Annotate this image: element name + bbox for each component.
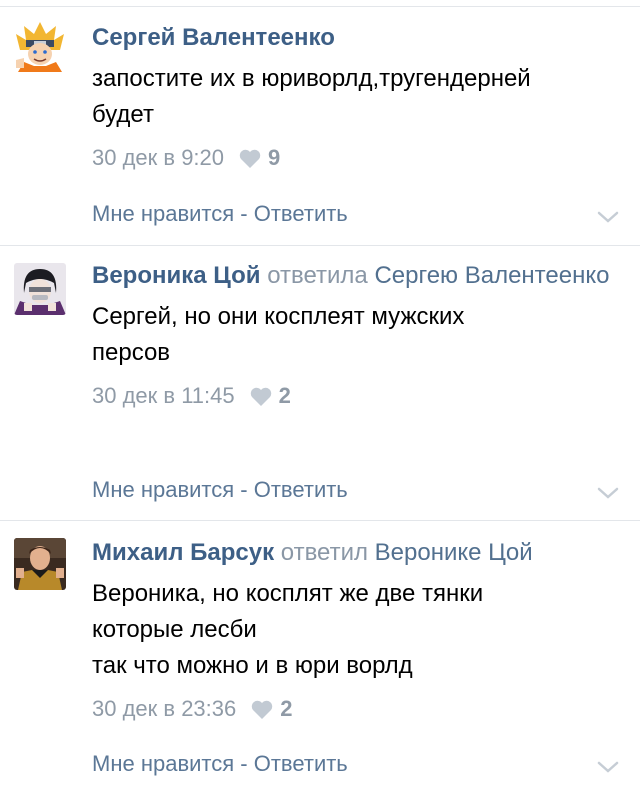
like-count: 2	[280, 696, 293, 721]
reply-word: ответил	[280, 539, 368, 566]
comment-text: запостите их в юриворлд,тругендерней буд…	[92, 65, 531, 128]
comment-meta: 30 дек в 9:20 9	[92, 141, 626, 175]
action-separator: -	[234, 751, 254, 776]
heart-icon[interactable]	[250, 698, 274, 720]
comment-meta: 30 дек в 11:45 2	[92, 379, 626, 413]
like-count: 9	[268, 145, 281, 170]
action-separator: -	[234, 477, 254, 502]
chevron-down-icon[interactable]	[596, 210, 620, 224]
comment-item: Сергей Валентеенко запостите их в юривор…	[0, 7, 640, 246]
like-link[interactable]: Мне нравится	[92, 201, 234, 226]
comment-divider	[0, 520, 640, 521]
reply-link[interactable]: Ответить	[254, 477, 348, 502]
timestamp[interactable]: 30 дек в 11:45	[92, 379, 235, 413]
avatar[interactable]	[14, 263, 66, 315]
action-separator: -	[234, 201, 254, 226]
author-name[interactable]: Сергей Валентеенко	[92, 24, 335, 51]
timestamp[interactable]: 30 дек в 23:36	[92, 692, 236, 726]
reply-link[interactable]: Ответить	[254, 751, 348, 776]
like-count: 2	[278, 383, 291, 408]
comment-item: Вероника Цой ответила Сергею Валентеенко…	[0, 247, 640, 521]
comment-text: Вероника, но косплят же две тянки которы…	[92, 580, 484, 679]
chevron-down-icon[interactable]	[596, 760, 620, 774]
reply-target[interactable]: Сергею Валентеенко	[374, 262, 609, 289]
comment-item: Михаил Барсук ответил Веронике Цой Верон…	[0, 522, 640, 789]
comment-actions: Мне нравится - Ответить	[92, 751, 348, 777]
comment-meta: 30 дек в 23:36 2	[92, 692, 626, 726]
comment-actions: Мне нравится - Ответить	[92, 201, 348, 227]
chevron-down-icon[interactable]	[596, 486, 620, 500]
comment-header: Сергей Валентеенко	[92, 19, 626, 57]
like-link[interactable]: Мне нравится	[92, 477, 234, 502]
author-name[interactable]: Михаил Барсук	[92, 539, 274, 566]
heart-icon[interactable]	[238, 147, 262, 169]
avatar[interactable]	[14, 20, 66, 72]
avatar[interactable]	[14, 538, 66, 590]
like-link[interactable]: Мне нравится	[92, 751, 234, 776]
reply-target[interactable]: Веронике Цой	[375, 539, 533, 566]
comment-header: Михаил Барсук ответил Веронике Цой	[92, 534, 626, 572]
timestamp[interactable]: 30 дек в 9:20	[92, 141, 224, 175]
reply-link[interactable]: Ответить	[254, 201, 348, 226]
comment-actions: Мне нравится - Ответить	[92, 477, 348, 503]
comment-header: Вероника Цой ответила Сергею Валентеенко	[92, 257, 626, 295]
comment-text: Сергей, но они косплеят мужских персов	[92, 303, 465, 366]
reply-word: ответила	[267, 262, 368, 289]
author-name[interactable]: Вероника Цой	[92, 262, 261, 289]
heart-icon[interactable]	[249, 385, 273, 407]
comment-divider	[0, 245, 640, 246]
